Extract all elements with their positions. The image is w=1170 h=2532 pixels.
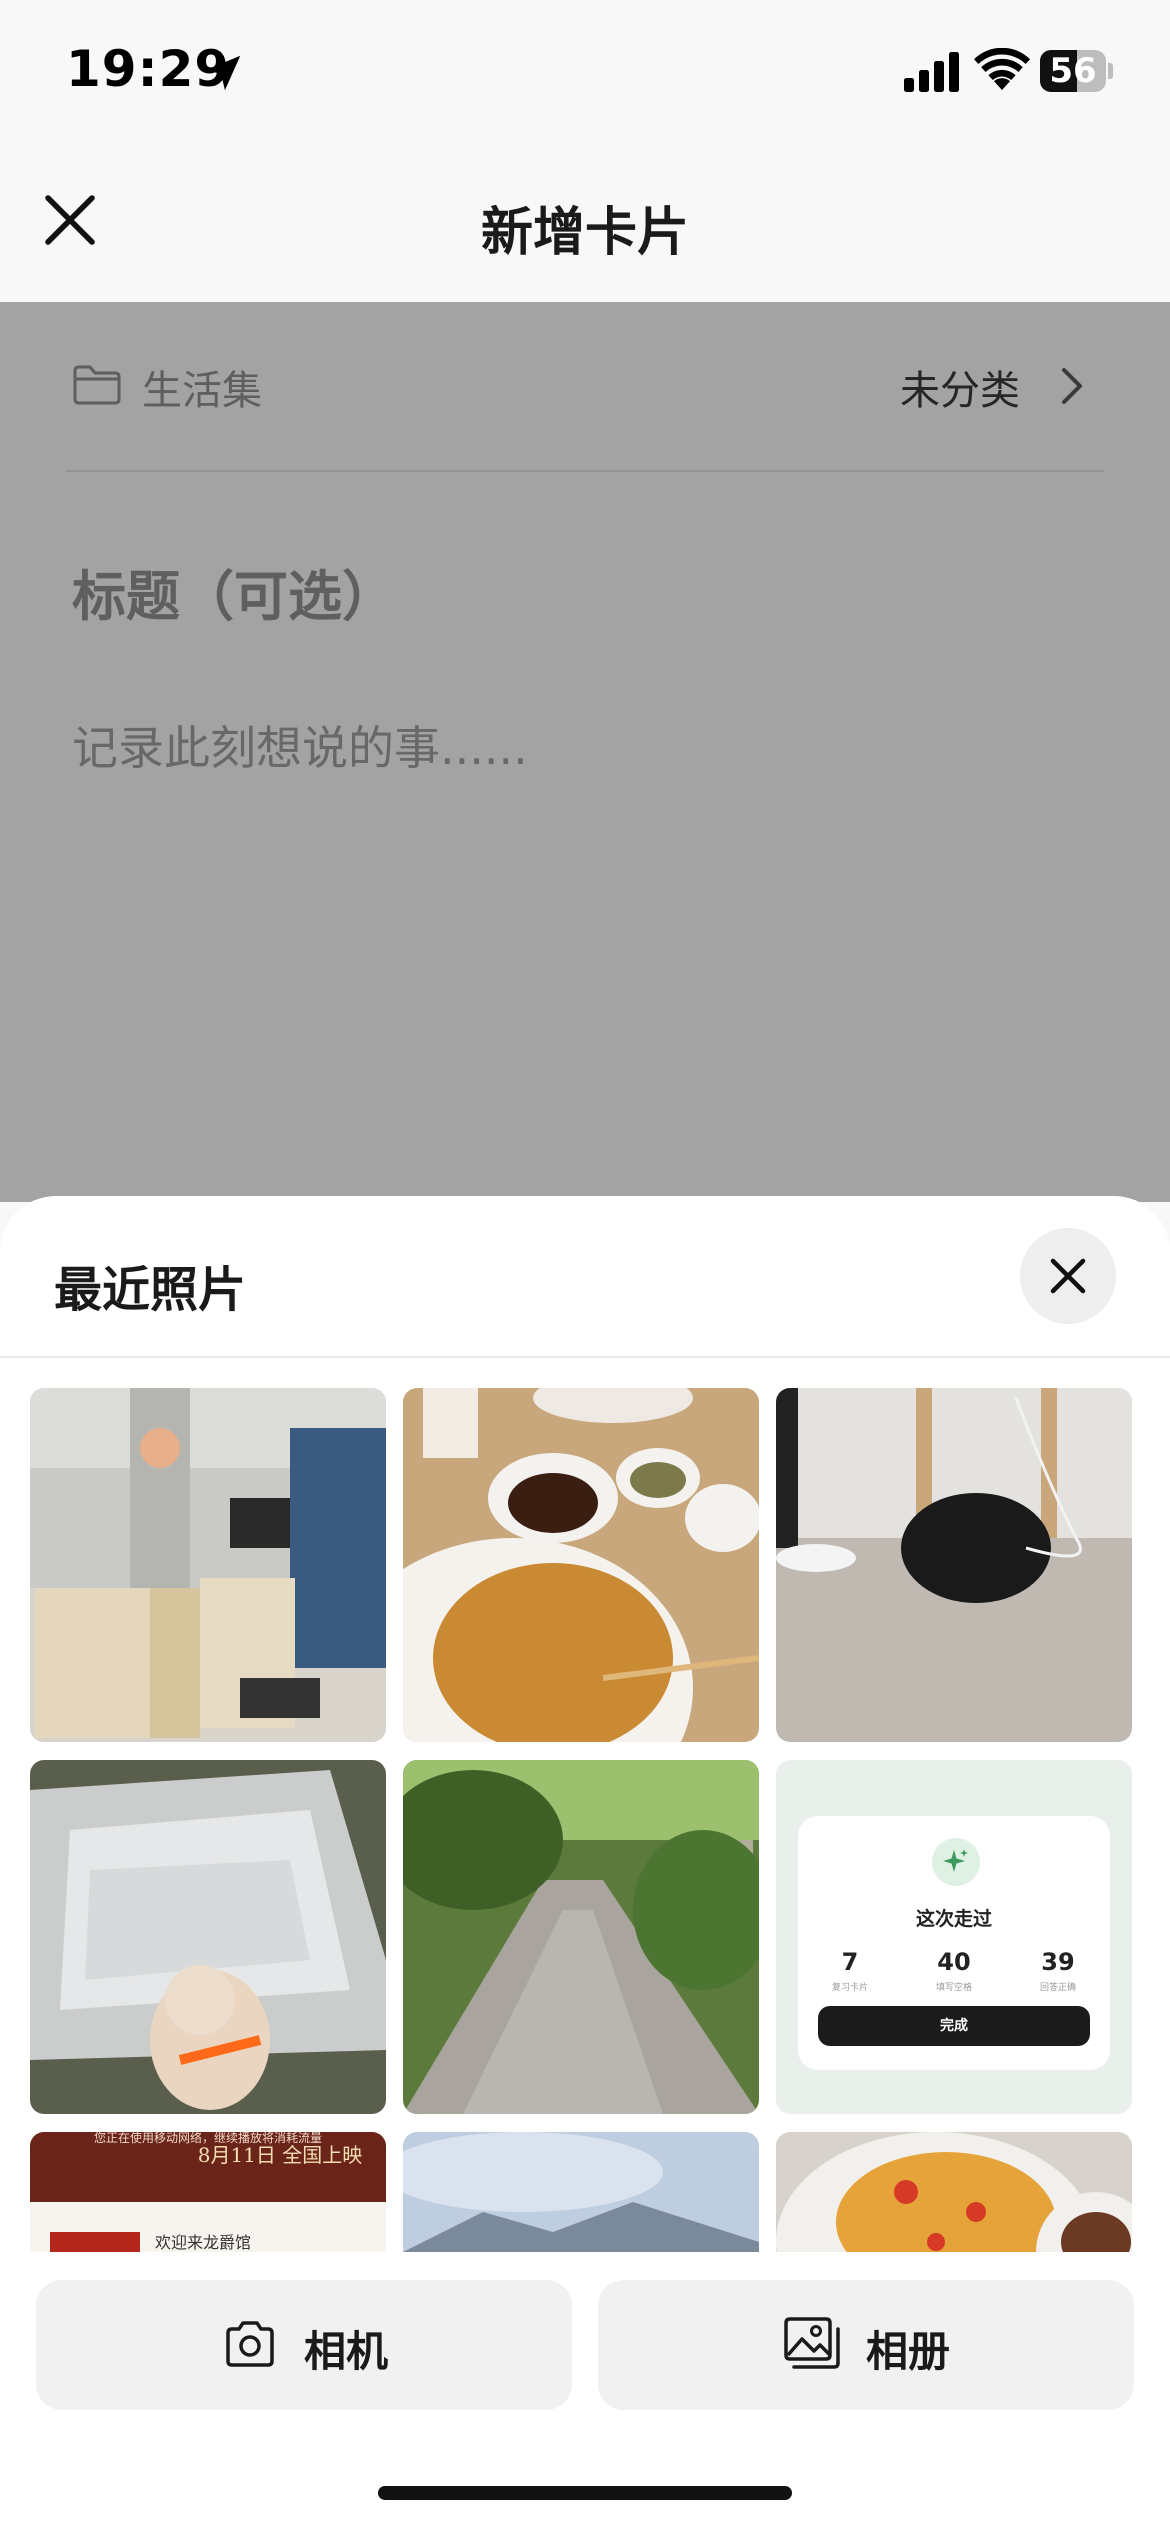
nav-header: 新增卡片 (0, 150, 1170, 302)
stat-label: 复习卡片 (831, 1983, 868, 1993)
photo-thumbnail[interactable] (776, 2132, 1132, 2252)
card-screenshot-thumbnail[interactable]: 这次走过 7 复习卡片 40 填写空格 39 回答正确 完成 (776, 1760, 1132, 2114)
photo-thumbnail[interactable] (403, 1760, 759, 2114)
wifi-icon (974, 48, 1030, 90)
album-label: 相册 (866, 2327, 951, 2376)
card-done-button: 完成 (818, 2006, 1090, 2046)
folder-icon (73, 365, 121, 405)
stat-correct-answers: 39 回答正确 (1006, 1948, 1110, 1993)
photo-thumbnail[interactable] (403, 1388, 759, 1742)
photo-thumbnail[interactable] (776, 1388, 1132, 1742)
poster-box-text: 欢迎来龙爵馆 (155, 2233, 251, 2252)
photo-thumbnail[interactable] (30, 1760, 386, 2114)
cellular-signal-icon (904, 52, 959, 92)
form-divider (66, 470, 1104, 472)
album-button[interactable]: 相册 (598, 2280, 1134, 2410)
card-title: 这次走过 (915, 1908, 992, 1930)
stat-filled-blanks: 40 填写空格 (902, 1948, 1006, 1993)
poster-headline: 8月11日 全国上映 (198, 2143, 363, 2167)
camera-label: 相机 (304, 2327, 389, 2376)
home-indicator[interactable] (378, 2486, 792, 2500)
close-icon (1050, 1258, 1086, 1294)
stat-value: 39 (1041, 1948, 1075, 1976)
card-form: 生活集 未分类 标题（可选） 记录此刻想说的事...... (0, 302, 1170, 1202)
card-preview: 这次走过 7 复习卡片 40 填写空格 39 回答正确 完成 (798, 1816, 1110, 2070)
photo-thumbnail[interactable] (30, 1388, 386, 1742)
location-arrow-icon (205, 55, 241, 91)
camera-button[interactable]: 相机 (36, 2280, 572, 2410)
sparkle-icon (932, 1838, 980, 1886)
photo-album-icon (784, 2317, 840, 2369)
stat-label: 填写空格 (935, 1983, 972, 1993)
sheet-title: 最近照片 (54, 1262, 247, 1318)
photo-grid: 这次走过 7 复习卡片 40 填写空格 39 回答正确 完成 您正在使用移动网络… (0, 1358, 1170, 2252)
battery-level: 56 (1049, 51, 1097, 91)
chevron-right-icon[interactable] (1058, 366, 1086, 406)
photo-thumbnail[interactable] (403, 2132, 759, 2252)
status-bar: 19:29 56 (0, 0, 1170, 150)
battery-indicator: 56 (1040, 50, 1113, 92)
photo-thumbnail[interactable]: 您正在使用移动网络，继续播放将消耗流量 8月11日 全国上映 欢迎来龙爵馆 (30, 2132, 386, 2252)
body-input[interactable]: 记录此刻想说的事...... (72, 712, 528, 778)
stat-value: 40 (937, 1948, 971, 1976)
collection-label[interactable]: 生活集 (142, 358, 262, 416)
category-selector[interactable]: 未分类 (900, 358, 1020, 416)
camera-icon (226, 2321, 274, 2367)
sheet-close-button[interactable] (1020, 1228, 1116, 1324)
stat-value: 7 (841, 1948, 859, 1976)
page-title: 新增卡片 (480, 203, 689, 263)
stat-review-cards: 7 复习卡片 (798, 1948, 902, 1993)
title-input[interactable]: 标题（可选） (72, 552, 396, 631)
recent-photos-sheet: 最近照片 这次走过 7 复习卡片 40 填写空格 39 回答正确 完成 您正在使… (0, 1196, 1170, 2532)
stat-label: 回答正确 (1039, 1983, 1076, 1993)
